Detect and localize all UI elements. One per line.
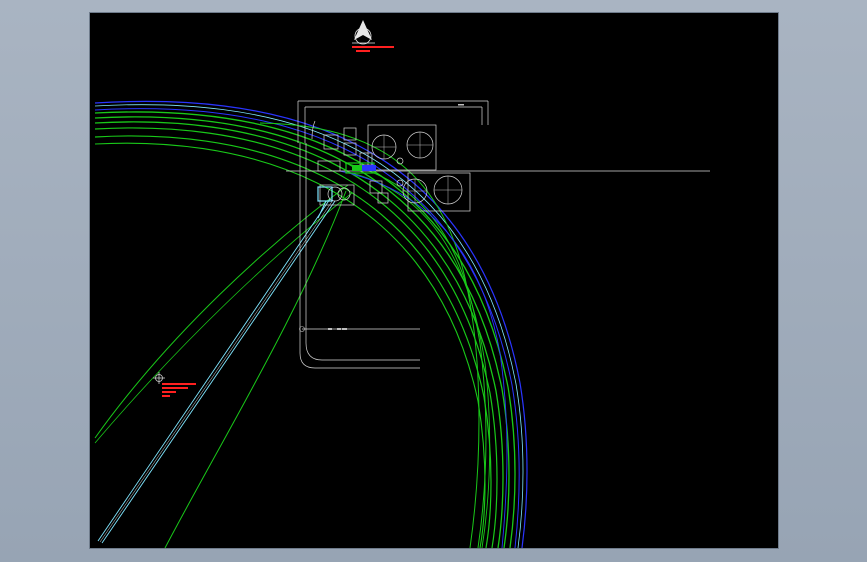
valve-2 [396,179,404,187]
diagonal-white [99,199,334,543]
arc-green-3 [94,121,504,548]
arc-green-4 [94,127,498,548]
inner-boundary [305,143,420,361]
diagonal-lines [97,198,336,544]
tank-cell-3 [323,134,339,150]
clarifier-5 [327,186,343,202]
arc-green-9 [351,172,491,548]
drawing-viewport[interactable] [90,13,778,548]
left-curves [94,184,353,548]
north-arrow-icon [352,20,394,52]
arc-green-2 [94,116,510,548]
crosshair-marker-icon [153,372,196,397]
left-curve-green-2 [164,190,347,548]
arc-green-8 [344,162,487,548]
diagonal-cyan-1 [97,198,331,542]
left-curve-green-3 [94,192,353,444]
cad-drawing [94,20,710,548]
outer-boundary [299,143,420,369]
arc-green-7 [259,122,480,548]
arc-green-6 [94,142,486,548]
arc-bundle [94,100,528,548]
